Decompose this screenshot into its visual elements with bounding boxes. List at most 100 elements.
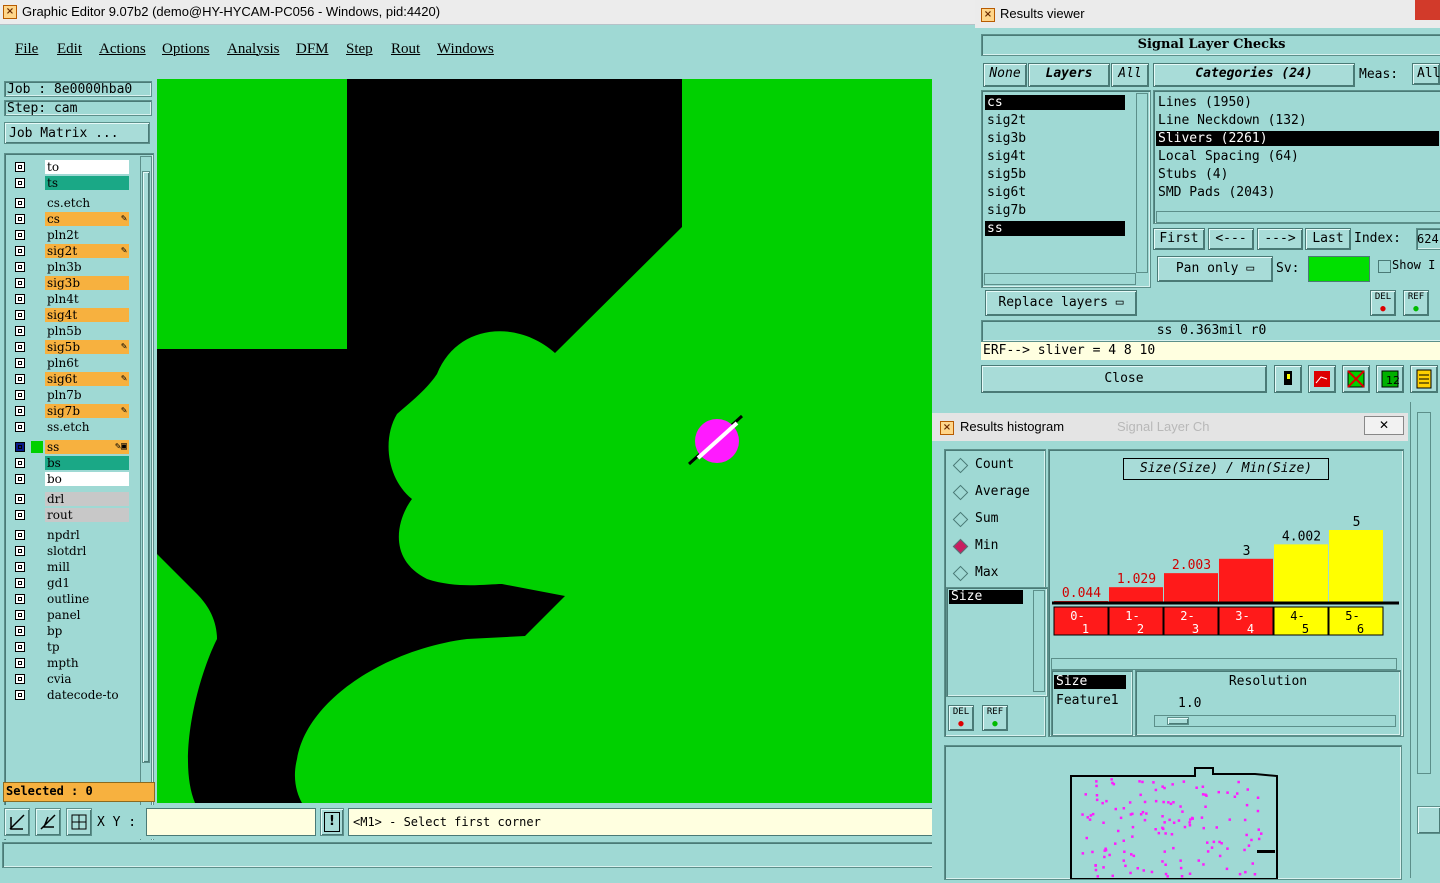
rv-category-item[interactable]: Local Spacing (64) bbox=[1156, 149, 1439, 164]
layer-row-pln5b[interactable]: pln5b bbox=[13, 324, 129, 338]
mode-radio-average[interactable]: Average bbox=[952, 483, 1045, 501]
attr-list[interactable]: Size bbox=[946, 587, 1048, 697]
layer-visibility-checkbox[interactable] bbox=[15, 474, 25, 484]
layer-visibility-checkbox[interactable] bbox=[15, 674, 25, 684]
rv-layer-item[interactable]: sig6t bbox=[985, 185, 1125, 200]
layer-visibility-checkbox[interactable] bbox=[15, 358, 25, 368]
layer-visibility-checkbox[interactable] bbox=[15, 442, 25, 452]
menu-step[interactable]: Step bbox=[346, 41, 373, 58]
layer-visibility-checkbox[interactable] bbox=[15, 690, 25, 700]
edge-button[interactable] bbox=[1417, 806, 1440, 834]
menu-options[interactable]: Options bbox=[162, 41, 210, 58]
layer-visibility-checkbox[interactable] bbox=[15, 326, 25, 336]
histogram-bar[interactable] bbox=[1219, 558, 1273, 602]
layer-row-sig2t[interactable]: sig2t ✎ bbox=[13, 244, 129, 258]
none-button[interactable]: None bbox=[983, 63, 1027, 87]
layer-row-rout[interactable]: rout bbox=[13, 508, 129, 522]
layer-visibility-checkbox[interactable] bbox=[15, 626, 25, 636]
edge-scrollbar[interactable] bbox=[1417, 412, 1431, 774]
measure-icon[interactable] bbox=[35, 808, 61, 836]
menu-edit[interactable]: Edit bbox=[57, 41, 82, 58]
layer-row-to[interactable]: to bbox=[13, 160, 129, 174]
rv-layer-hscroll[interactable] bbox=[984, 273, 1136, 285]
ref-button[interactable]: REF ● bbox=[1403, 290, 1429, 316]
layer-visibility-checkbox[interactable] bbox=[15, 530, 25, 540]
feature-item-size[interactable]: Size bbox=[1054, 675, 1126, 689]
rv-category-item[interactable]: Stubs (4) bbox=[1156, 167, 1439, 182]
board-overview[interactable] bbox=[944, 745, 1402, 880]
layer-row-pln4t[interactable]: pln4t bbox=[13, 292, 129, 306]
rv-layer-item[interactable]: sig4t bbox=[985, 149, 1125, 164]
menu-windows[interactable]: Windows bbox=[437, 41, 494, 58]
layer-visibility-checkbox[interactable] bbox=[15, 578, 25, 588]
layer-visibility-checkbox[interactable] bbox=[15, 390, 25, 400]
layer-row-pln7b[interactable]: pln7b bbox=[13, 388, 129, 402]
layer-visibility-checkbox[interactable] bbox=[15, 374, 25, 384]
histogram-bar[interactable] bbox=[1109, 587, 1163, 602]
layer-row-sig7b[interactable]: sig7b ✎ bbox=[13, 404, 129, 418]
histogram-hscroll[interactable] bbox=[1051, 658, 1397, 670]
layer-row-sig6t[interactable]: sig6t ✎ bbox=[13, 372, 129, 386]
layers-button[interactable]: Layers bbox=[1028, 63, 1110, 87]
replace-layers-dropdown[interactable]: Replace layers ▭ bbox=[985, 290, 1137, 316]
mode-radio-sum[interactable]: Sum bbox=[952, 510, 1045, 528]
menu-actions[interactable]: Actions bbox=[99, 41, 146, 58]
menu-dfm[interactable]: DFM bbox=[296, 41, 329, 58]
layer-visibility-checkbox[interactable] bbox=[15, 658, 25, 668]
menu-rout[interactable]: Rout bbox=[391, 41, 420, 58]
rv-layer-item[interactable]: sig7b bbox=[985, 203, 1125, 218]
histogram-bar[interactable] bbox=[1274, 544, 1328, 602]
xy-input[interactable] bbox=[146, 808, 316, 836]
layer-row-bs[interactable]: bs bbox=[13, 456, 129, 470]
rv-close-icon[interactable] bbox=[1415, 0, 1440, 20]
layer-row-cs.etch[interactable]: cs.etch bbox=[13, 196, 129, 210]
rh-ref-button[interactable]: REF ● bbox=[982, 705, 1008, 731]
layer-row-slotdrl[interactable]: slotdrl bbox=[13, 544, 129, 558]
rv-category-item[interactable]: SMD Pads (2043) bbox=[1156, 185, 1439, 200]
layer-visibility-checkbox[interactable] bbox=[15, 310, 25, 320]
index-input[interactable]: 624 bbox=[1416, 228, 1440, 250]
layer-list[interactable]: to ts cs.etch cs ✎ pln2t sig2t ✎ pln3b sig3b pln4t… bbox=[4, 153, 154, 855]
layer-visibility-checkbox[interactable] bbox=[15, 642, 25, 652]
tool-cross-icon[interactable] bbox=[1342, 365, 1370, 393]
del-button[interactable]: DEL ● bbox=[1370, 290, 1396, 316]
layer-row-npdrl[interactable]: npdrl bbox=[13, 528, 129, 542]
feature-list[interactable]: Size Feature1 bbox=[1051, 670, 1133, 736]
layer-row-sig5b[interactable]: sig5b ✎ bbox=[13, 340, 129, 354]
rv-layer-vscroll[interactable] bbox=[1136, 93, 1148, 273]
layer-visibility-checkbox[interactable] bbox=[15, 262, 25, 272]
layer-row-ss[interactable]: ss ✎▣ bbox=[13, 440, 129, 454]
layer-row-bo[interactable]: bo bbox=[13, 472, 129, 486]
attr-item-size[interactable]: Size bbox=[949, 590, 1023, 604]
tool-chart-icon[interactable] bbox=[1308, 365, 1336, 393]
histogram-bar[interactable] bbox=[1164, 573, 1218, 602]
all-button[interactable]: All bbox=[1111, 63, 1149, 87]
layer-row-drl[interactable]: drl bbox=[13, 492, 129, 506]
rv-category-item[interactable]: Slivers (2261) bbox=[1156, 131, 1439, 146]
resolution-slider-thumb[interactable] bbox=[1167, 717, 1189, 725]
rv-category-item[interactable]: Lines (1950) bbox=[1156, 95, 1439, 110]
rv-layer-item[interactable]: sig2t bbox=[985, 113, 1125, 128]
tool-report-icon[interactable] bbox=[1410, 365, 1438, 393]
layer-row-sig3b[interactable]: sig3b bbox=[13, 276, 129, 290]
layer-visibility-checkbox[interactable] bbox=[15, 422, 25, 432]
menu-analysis[interactable]: Analysis bbox=[227, 41, 280, 58]
job-matrix-button[interactable]: Job Matrix ... bbox=[4, 122, 150, 144]
menu-file[interactable]: File bbox=[15, 41, 38, 58]
rh-close-icon[interactable]: ✕ bbox=[1364, 416, 1404, 435]
layer-visibility-checkbox[interactable] bbox=[15, 342, 25, 352]
layer-row-pln3b[interactable]: pln3b bbox=[13, 260, 129, 274]
layer-row-ss.etch[interactable]: ss.etch bbox=[13, 420, 129, 434]
layer-row-bp[interactable]: bp bbox=[13, 624, 129, 638]
layer-row-sig4t[interactable]: sig4t bbox=[13, 308, 129, 322]
rh-del-button[interactable]: DEL ● bbox=[948, 705, 974, 731]
layer-row-cs[interactable]: cs ✎ bbox=[13, 212, 129, 226]
sv-color-dropdown[interactable] bbox=[1308, 256, 1370, 282]
layer-visibility-checkbox[interactable] bbox=[15, 594, 25, 604]
resolution-slider[interactable] bbox=[1154, 715, 1396, 727]
tool-number-icon[interactable]: 12 bbox=[1376, 365, 1404, 393]
alert-icon[interactable]: ! bbox=[320, 808, 344, 836]
graphic-canvas[interactable] bbox=[157, 79, 932, 803]
layer-visibility-checkbox[interactable] bbox=[15, 278, 25, 288]
layer-visibility-checkbox[interactable] bbox=[15, 230, 25, 240]
